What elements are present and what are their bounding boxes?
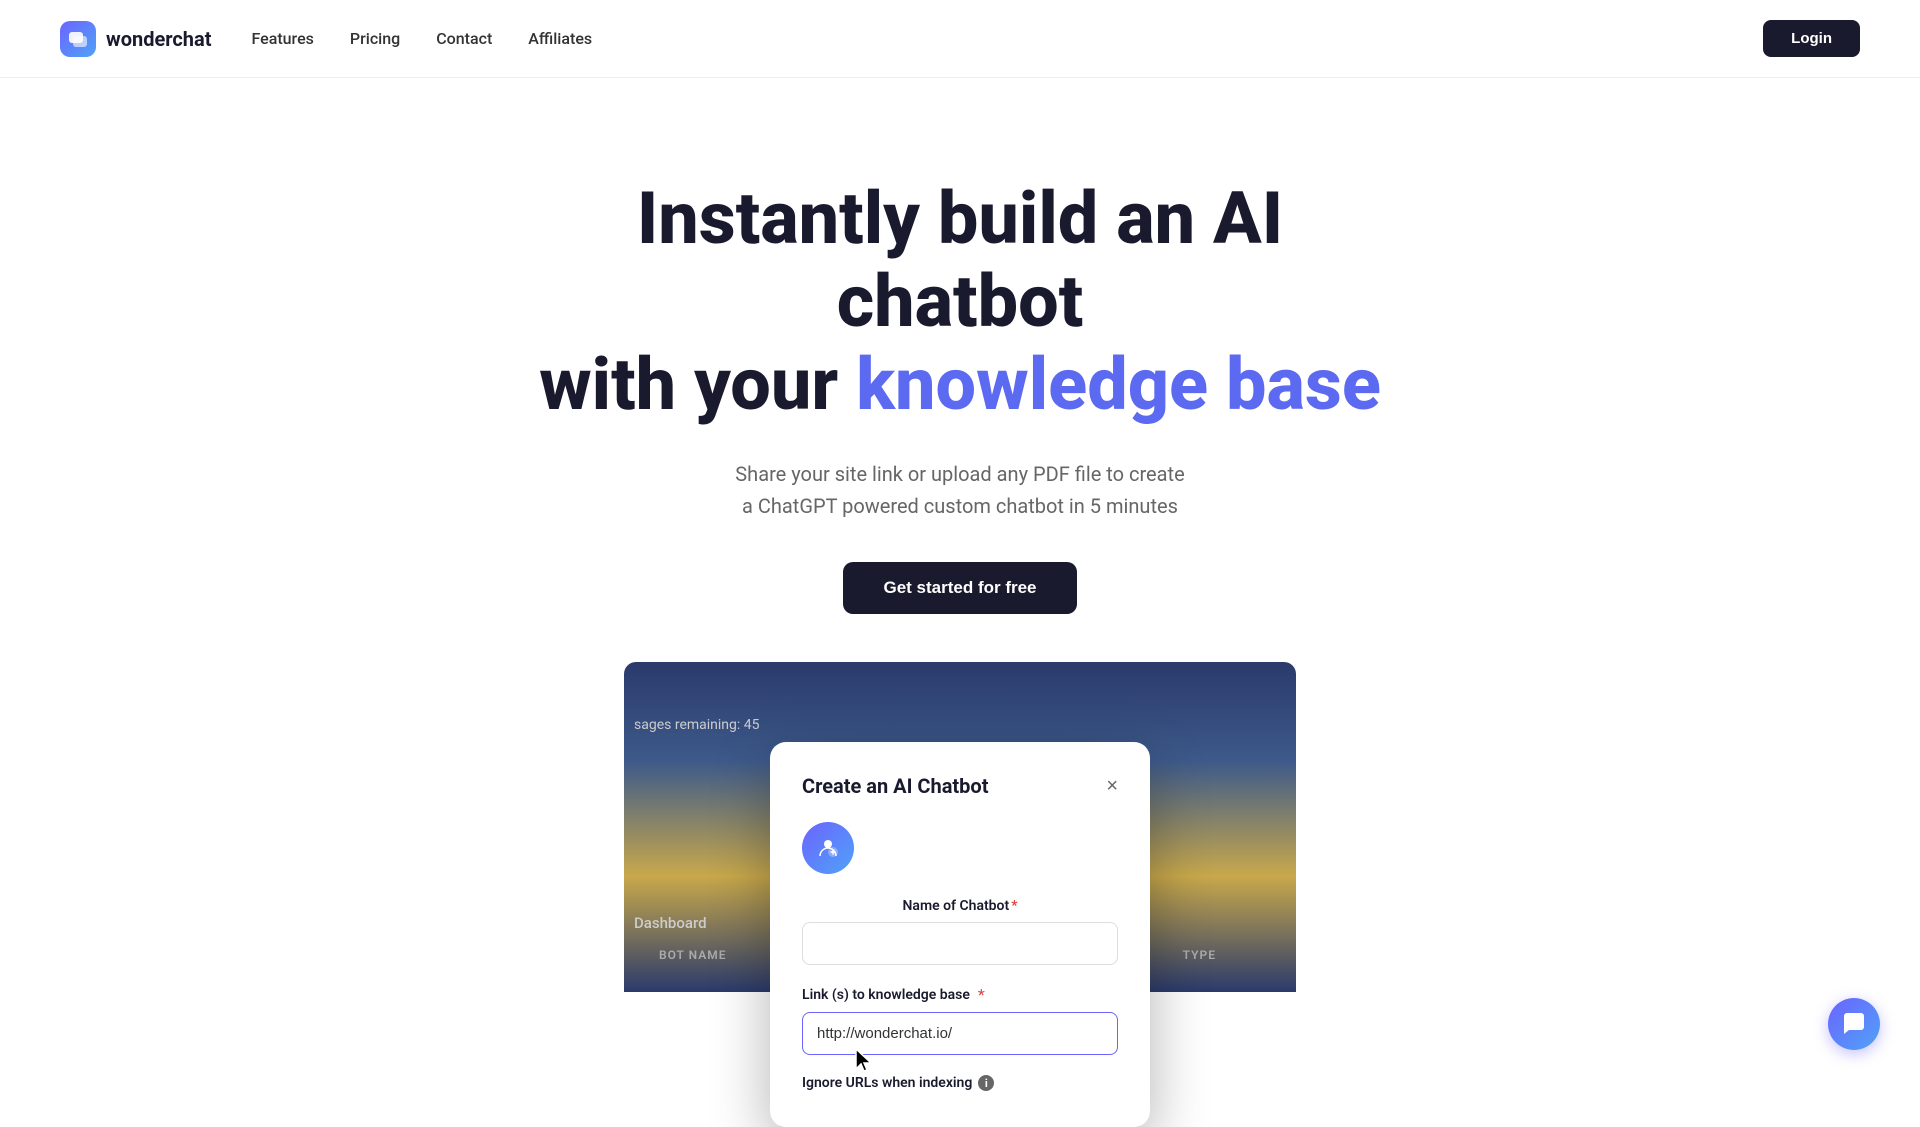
nav-links: Features Pricing Contact Affiliates: [251, 29, 592, 48]
hero-section: Instantly build an AI chatbot with your …: [0, 78, 1920, 1052]
get-started-button[interactable]: Get started for free: [843, 562, 1076, 614]
type-column: TYPE: [1183, 948, 1216, 962]
logo-text: wonderchat: [106, 27, 211, 51]
nav-affiliates[interactable]: Affiliates: [528, 29, 592, 48]
nav-left: wonderchat Features Pricing Contact Affi…: [60, 21, 592, 57]
link-required-star: *: [978, 985, 985, 1004]
login-button[interactable]: Login: [1763, 20, 1860, 57]
hero-title-line1: Instantly build an AI chatbot: [637, 176, 1283, 344]
knowledge-base-group: Link (s) to knowledge base *: [802, 985, 1118, 1055]
nav-pricing[interactable]: Pricing: [350, 29, 400, 48]
hero-subtitle: Share your site link or upload any PDF f…: [735, 458, 1184, 522]
logo[interactable]: wonderchat: [60, 21, 211, 57]
hero-title: Instantly build an AI chatbot with your …: [510, 178, 1410, 426]
create-chatbot-modal: Create an AI Chatbot × Name of Chatbot*: [770, 742, 1150, 1127]
ignore-urls-row: Ignore URLs when indexing i: [802, 1075, 1118, 1091]
bot-name-column: BOT NAME: [659, 948, 727, 962]
chat-widget-button[interactable]: [1828, 998, 1880, 1050]
hero-title-line2-plain: with your: [539, 342, 856, 427]
preview-container: sages remaining: 45 Dashboard BOT NAME T…: [624, 662, 1296, 992]
ignore-urls-info-icon[interactable]: i: [978, 1075, 994, 1091]
ignore-urls-label: Ignore URLs when indexing: [802, 1075, 972, 1091]
logo-icon: [60, 21, 96, 57]
chatbot-name-input[interactable]: [802, 922, 1118, 965]
knowledge-base-input[interactable]: [802, 1012, 1118, 1055]
dashboard-label: Dashboard: [634, 914, 707, 932]
required-star: *: [1011, 898, 1017, 914]
hero-title-highlight: knowledge base: [856, 342, 1381, 427]
nav-contact[interactable]: Contact: [436, 29, 492, 48]
knowledge-base-label: Link (s) to knowledge base: [802, 987, 970, 1003]
knowledge-base-label-row: Link (s) to knowledge base *: [802, 985, 1118, 1004]
modal-header: Create an AI Chatbot ×: [802, 774, 1118, 798]
avatar-circle[interactable]: [802, 822, 854, 874]
modal-title: Create an AI Chatbot: [802, 774, 988, 798]
chatbot-name-label: Name of Chatbot*: [802, 898, 1118, 914]
nav-features[interactable]: Features: [251, 29, 313, 48]
avatar-upload[interactable]: [802, 822, 1118, 874]
messages-remaining: sages remaining: 45: [634, 717, 760, 733]
navbar: wonderchat Features Pricing Contact Affi…: [0, 0, 1920, 78]
chatbot-name-group: Name of Chatbot*: [802, 898, 1118, 965]
modal-close-button[interactable]: ×: [1106, 776, 1118, 796]
